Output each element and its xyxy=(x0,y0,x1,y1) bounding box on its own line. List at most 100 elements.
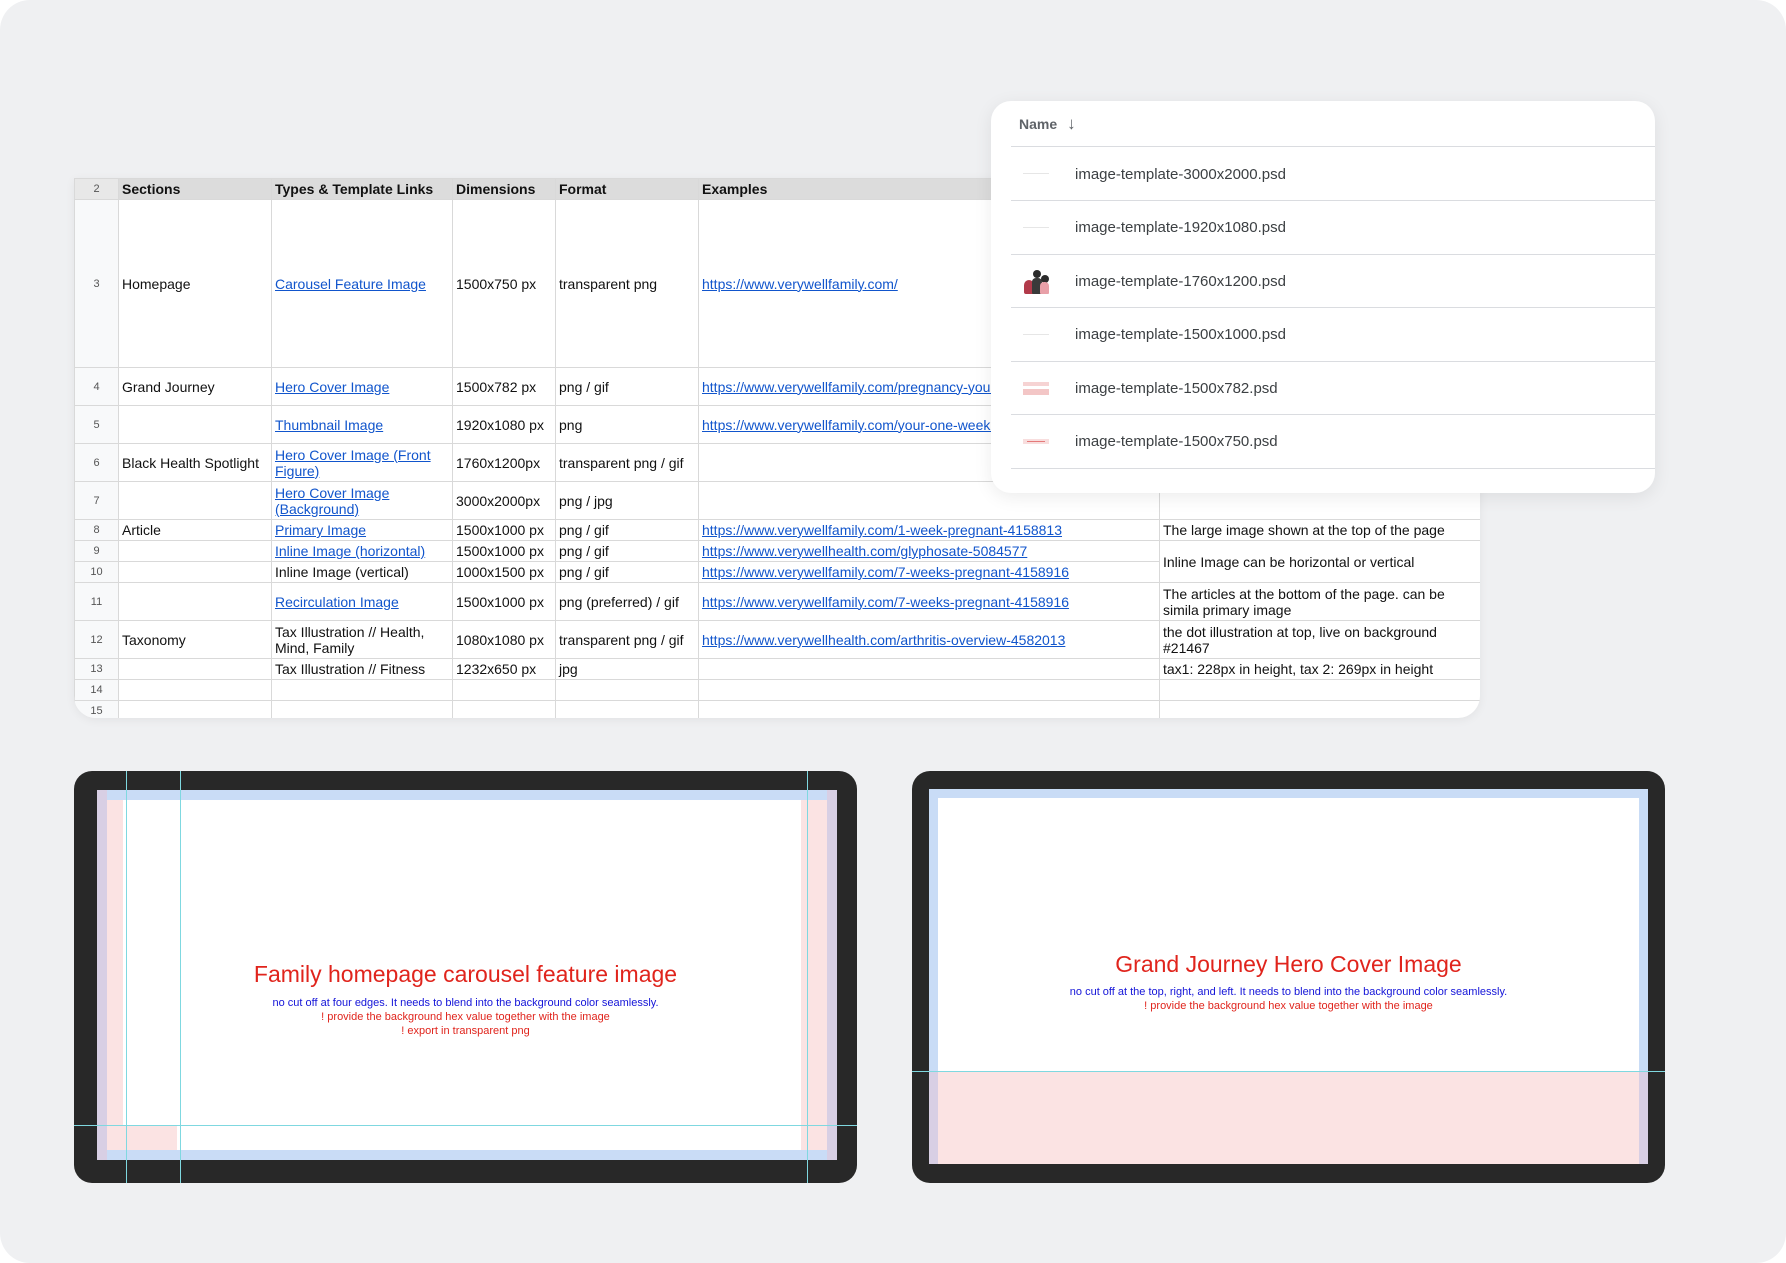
example-link[interactable]: https://www.verywellhealth.com/arthritis… xyxy=(702,632,1065,648)
cell-examples[interactable]: https://www.verywellfamily.com/7-weeks-p… xyxy=(698,582,1160,621)
example-link[interactable]: https://www.verywellfamily.com/7-weeks-p… xyxy=(702,564,1069,580)
cell-format[interactable]: png / gif xyxy=(555,540,699,562)
cell-examples[interactable] xyxy=(698,700,1160,718)
template-link[interactable]: Recirculation Image xyxy=(275,594,399,610)
cell-sections[interactable]: Black Health Spotlight xyxy=(118,443,272,482)
cell-dimensions[interactable] xyxy=(452,700,556,718)
file-row[interactable]: image-template-1500x1000.psd xyxy=(1011,309,1655,362)
cell-sections[interactable] xyxy=(118,561,272,583)
cell-notes[interactable] xyxy=(1159,700,1480,718)
cell-examples[interactable] xyxy=(698,658,1160,680)
template-link[interactable]: Carousel Feature Image xyxy=(275,276,426,292)
cell-sections[interactable]: Homepage xyxy=(118,199,272,368)
cell-dimensions[interactable]: 1920x1080 px xyxy=(452,405,556,444)
cell-types[interactable]: Tax Illustration // Health, Mind, Family xyxy=(271,620,453,659)
cell-format[interactable]: png / gif xyxy=(555,519,699,541)
cell-notes[interactable]: The large image shown at the top of the … xyxy=(1159,519,1480,541)
cell-format[interactable]: transparent png xyxy=(555,199,699,368)
cell-sections[interactable] xyxy=(118,481,272,520)
cell-notes[interactable]: The articles at the bottom of the page. … xyxy=(1159,582,1480,621)
cell-types[interactable]: Hero Cover Image (Front Figure) xyxy=(271,443,453,482)
cell-types[interactable]: Primary Image xyxy=(271,519,453,541)
row-number: 5 xyxy=(74,405,119,444)
cell-examples[interactable] xyxy=(698,679,1160,701)
cell-dimensions[interactable] xyxy=(452,679,556,701)
cell-format[interactable]: transparent png / gif xyxy=(555,443,699,482)
cell-format[interactable]: transparent png / gif xyxy=(555,620,699,659)
cell-sections[interactable]: Article xyxy=(118,519,272,541)
cell-notes[interactable]: the dot illustration at top, live on bac… xyxy=(1159,620,1480,659)
cell-sections[interactable] xyxy=(118,582,272,621)
cell-format[interactable] xyxy=(555,679,699,701)
cell-text: Homepage xyxy=(122,275,191,292)
file-row[interactable]: image-template-1760x1200.psd xyxy=(1011,255,1655,308)
column-header-types[interactable]: Types & Template Links xyxy=(271,178,453,200)
column-header-dimensions[interactable]: Dimensions xyxy=(452,178,556,200)
cell-dimensions[interactable]: 1500x1000 px xyxy=(452,582,556,621)
cell-dimensions[interactable]: 1232x650 px xyxy=(452,658,556,680)
cell-text: 1500x1000 px xyxy=(456,543,544,559)
template-link[interactable]: Hero Cover Image (Background) xyxy=(275,485,389,517)
cell-format[interactable]: png xyxy=(555,405,699,444)
file-row[interactable]: image-template-3000x2000.psd xyxy=(1011,148,1655,201)
file-list-header[interactable]: Name ↓ xyxy=(1011,101,1655,147)
cell-dimensions[interactable]: 1500x750 px xyxy=(452,199,556,368)
file-row[interactable]: image-template-1500x750.psd xyxy=(1011,416,1655,469)
cell-format[interactable]: png / gif xyxy=(555,561,699,583)
cell-dimensions[interactable]: 3000x2000px xyxy=(452,481,556,520)
cell-dimensions[interactable]: 1000x1500 px xyxy=(452,561,556,583)
file-row[interactable]: image-template-1920x1080.psd xyxy=(1011,202,1655,255)
template-link[interactable]: Inline Image (horizontal) xyxy=(275,543,425,559)
cell-types[interactable]: Tax Illustration // Fitness xyxy=(271,658,453,680)
cell-types[interactable]: Hero Cover Image xyxy=(271,367,453,406)
example-link[interactable]: https://www.verywellfamily.com/pregnancy… xyxy=(702,379,1037,395)
template-link[interactable]: Primary Image xyxy=(275,522,366,538)
cell-types[interactable]: Hero Cover Image (Background) xyxy=(271,481,453,520)
cell-sections[interactable] xyxy=(118,700,272,718)
file-thumbnail-icon xyxy=(1021,373,1051,403)
template-link[interactable]: Hero Cover Image xyxy=(275,379,389,395)
cell-format[interactable]: jpg xyxy=(555,658,699,680)
cell-sections[interactable] xyxy=(118,679,272,701)
cell-types[interactable] xyxy=(271,679,453,701)
cell-format[interactable] xyxy=(555,700,699,718)
example-link[interactable]: https://www.verywellfamily.com/ xyxy=(702,276,898,292)
column-header-format[interactable]: Format xyxy=(555,178,699,200)
cell-notes[interactable] xyxy=(1159,679,1480,701)
cell-types[interactable]: Thumbnail Image xyxy=(271,405,453,444)
cell-examples[interactable]: https://www.verywellhealth.com/arthritis… xyxy=(698,620,1160,659)
cell-examples[interactable]: https://www.verywellfamily.com/7-weeks-p… xyxy=(698,561,1160,583)
example-link[interactable]: https://www.verywellhealth.com/glyphosat… xyxy=(702,543,1027,559)
example-link[interactable]: https://www.verywellfamily.com/7-weeks-p… xyxy=(702,594,1069,610)
template-link[interactable]: Thumbnail Image xyxy=(275,417,383,433)
cell-dimensions[interactable]: 1080x1080 px xyxy=(452,620,556,659)
arrow-down-icon[interactable]: ↓ xyxy=(1067,114,1076,134)
cell-dimensions[interactable]: 1500x782 px xyxy=(452,367,556,406)
cell-types[interactable]: Recirculation Image xyxy=(271,582,453,621)
cell-types[interactable]: Carousel Feature Image xyxy=(271,199,453,368)
cell-format[interactable]: png (preferred) / gif xyxy=(555,582,699,621)
column-header-sections[interactable]: Sections xyxy=(118,178,272,200)
cell-dimensions[interactable]: 1760x1200px xyxy=(452,443,556,482)
cell-sections[interactable]: Grand Journey xyxy=(118,367,272,406)
cell-sections[interactable] xyxy=(118,405,272,444)
cell-examples[interactable]: https://www.verywellfamily.com/1-week-pr… xyxy=(698,519,1160,541)
cell-sections[interactable]: Taxonomy xyxy=(118,620,272,659)
cell-examples[interactable]: https://www.verywellhealth.com/glyphosat… xyxy=(698,540,1160,562)
bottom-safe-zone xyxy=(97,1150,837,1160)
file-row[interactable]: image-template-1500x782.psd xyxy=(1011,362,1655,415)
cell-types[interactable]: Inline Image (horizontal) xyxy=(271,540,453,562)
cell-sections[interactable] xyxy=(118,658,272,680)
template-link[interactable]: Hero Cover Image (Front Figure) xyxy=(275,447,431,479)
cell-notes[interactable]: tax1: 228px in height, tax 2: 269px in h… xyxy=(1159,658,1480,680)
cell-types[interactable]: Inline Image (vertical) xyxy=(271,561,453,583)
cell-dimensions[interactable]: 1500x1000 px xyxy=(452,540,556,562)
cell-format[interactable]: png / jpg xyxy=(555,481,699,520)
file-name: image-template-1920x1080.psd xyxy=(1075,219,1286,236)
cell-notes[interactable]: Inline Image can be horizontal or vertic… xyxy=(1159,540,1480,583)
cell-sections[interactable] xyxy=(118,540,272,562)
cell-format[interactable]: png / gif xyxy=(555,367,699,406)
cell-types[interactable] xyxy=(271,700,453,718)
cell-dimensions[interactable]: 1500x1000 px xyxy=(452,519,556,541)
example-link[interactable]: https://www.verywellfamily.com/1-week-pr… xyxy=(702,522,1062,538)
